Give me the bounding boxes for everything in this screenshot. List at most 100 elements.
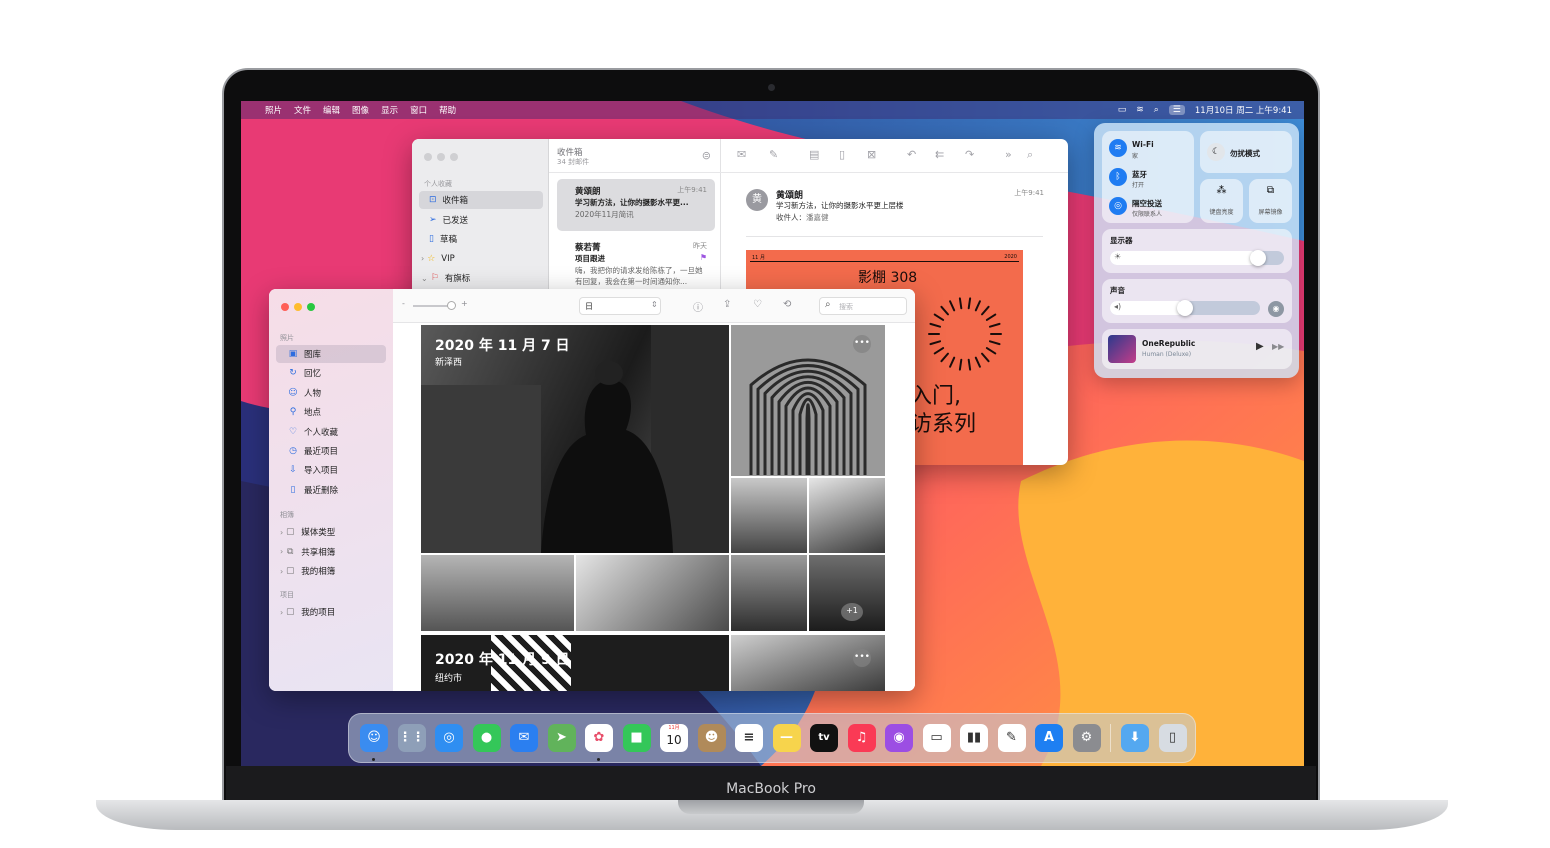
dock-app-store-icon[interactable]: A: [1035, 724, 1063, 752]
photos-sidebar-item[interactable]: › ▢ 我的项目: [276, 603, 386, 621]
reply-all-icon[interactable]: ⇇: [935, 148, 944, 161]
menu-item[interactable]: 图像: [352, 104, 369, 116]
photos-sidebar-item[interactable]: ▣ 图库: [276, 345, 386, 363]
chevron-right-icon[interactable]: ›: [280, 547, 283, 556]
dock-contacts-icon[interactable]: ☻: [697, 724, 726, 752]
dock-keynote-icon[interactable]: ▭: [922, 724, 951, 752]
mail-sidebar-item[interactable]: ➢ 已发送: [419, 211, 543, 229]
search-icon[interactable]: ⌕: [1027, 148, 1033, 162]
airplay-icon[interactable]: ◉: [1268, 301, 1284, 317]
zoom-button[interactable]: [307, 303, 315, 311]
dock-photos-icon[interactable]: ✿: [585, 724, 613, 752]
filter-icon[interactable]: ⊜: [702, 149, 711, 162]
dock-tv-icon[interactable]: tv: [810, 724, 838, 752]
photo-shadow[interactable]: 2020 年 11 月 9 日 纽约市: [421, 635, 729, 691]
more-icon[interactable]: •••: [853, 335, 871, 353]
photos-sidebar-item[interactable]: › ▢ 媒体类型: [276, 523, 386, 541]
mail-sidebar-item[interactable]: ⌄ ⚐ 有旗标: [419, 269, 543, 287]
volume-slider[interactable]: ◂): [1110, 300, 1260, 316]
photo-cyclist[interactable]: +1: [809, 555, 885, 631]
dock-messages-icon[interactable]: ●: [472, 724, 501, 752]
photos-sidebar-item[interactable]: ⇩ 导入项目: [276, 461, 386, 479]
disclosure-chevron-icon[interactable]: ›: [421, 254, 424, 263]
info-icon[interactable]: ⓘ: [693, 299, 703, 314]
dock-numbers-icon[interactable]: ▮▮: [960, 724, 988, 752]
dock-notes-icon[interactable]: —: [772, 724, 801, 752]
dock-music-icon[interactable]: ♫: [847, 724, 876, 752]
forward-icon[interactable]: ↷: [965, 148, 974, 161]
photo-skater[interactable]: [421, 555, 574, 631]
menu-item[interactable]: 显示: [381, 104, 398, 116]
wifi-toggle-icon[interactable]: ≋: [1109, 139, 1127, 157]
menu-item[interactable]: 文件: [294, 104, 311, 116]
wifi-icon[interactable]: ≋: [1136, 105, 1144, 115]
share-icon[interactable]: ⇪: [723, 299, 731, 310]
keyboard-brightness-tile[interactable]: ⁂ 键盘亮度: [1200, 179, 1243, 223]
trash-icon[interactable]: ▯: [839, 148, 845, 161]
message-item[interactable]: 蔡若菁 昨天 项目跟进 嗨，我把你的请求发给陈栋了，一旦她有回复，我会在第一时间…: [557, 235, 715, 291]
menu-item[interactable]: 窗口: [410, 104, 427, 116]
photos-sidebar-item[interactable]: ▯ 最近删除: [276, 481, 386, 499]
more-toolbar-icon[interactable]: »: [1005, 148, 1012, 161]
spotlight-icon[interactable]: ⌕: [1154, 105, 1159, 115]
dock-trash-icon[interactable]: ▯: [1158, 724, 1187, 752]
compose-icon[interactable]: ✎: [769, 148, 778, 161]
rotate-icon[interactable]: ⟲: [783, 299, 791, 310]
zoom-in-button[interactable]: +: [461, 299, 468, 308]
get-mail-icon[interactable]: ✉: [737, 148, 746, 161]
dock-mail-icon[interactable]: ✉: [510, 724, 538, 752]
archive-icon[interactable]: ▤: [809, 148, 819, 161]
chevron-right-icon[interactable]: ›: [280, 567, 283, 576]
mail-sidebar-item[interactable]: ▯ 草稿: [419, 230, 543, 248]
photos-sidebar-item[interactable]: ⚲ 地点: [276, 403, 386, 421]
dock-finder-icon[interactable]: ☺: [360, 724, 388, 752]
close-button[interactable]: [424, 153, 432, 161]
junk-icon[interactable]: ⊠: [867, 148, 876, 161]
dock-downloads-icon[interactable]: ⬇: [1121, 724, 1149, 752]
photo-silhouette[interactable]: [809, 478, 885, 553]
dock-facetime-icon[interactable]: ■: [622, 724, 651, 752]
dock-safari-icon[interactable]: ◎: [435, 724, 463, 752]
photo-hero[interactable]: 2020 年 11 月 7 日 新泽西: [421, 325, 729, 553]
disclosure-chevron-icon[interactable]: ⌄: [421, 274, 428, 283]
photo-wall[interactable]: •••: [731, 635, 885, 691]
dock-podcasts-icon[interactable]: ◉: [885, 724, 913, 752]
photos-sidebar-item[interactable]: ↻ 回忆: [276, 364, 386, 382]
heart-icon[interactable]: ♡: [753, 299, 762, 310]
search-field[interactable]: [819, 297, 907, 315]
photos-sidebar-item[interactable]: › ⧉ 共享相簿: [276, 543, 386, 561]
control-center-icon[interactable]: ☰: [1168, 105, 1185, 115]
zoom-button[interactable]: [450, 153, 458, 161]
play-icon[interactable]: ▶: [1256, 341, 1264, 352]
menu-item[interactable]: 帮助: [439, 104, 456, 116]
zoom-slider-knob[interactable]: [447, 301, 456, 310]
reply-icon[interactable]: ↶: [907, 148, 916, 161]
mail-sidebar-item[interactable]: › ☆ VIP: [419, 250, 543, 268]
menu-clock[interactable]: 11月10日 周二 上午9:41: [1195, 104, 1292, 116]
display-brightness-slider[interactable]: ☀: [1110, 250, 1284, 266]
dnd-tile[interactable]: ☾ 勿扰模式: [1200, 131, 1292, 173]
more-icon[interactable]: •••: [853, 649, 871, 667]
close-button[interactable]: [281, 303, 289, 311]
menu-item[interactable]: 照片: [265, 104, 282, 116]
minimize-button[interactable]: [294, 303, 302, 311]
photos-sidebar-item[interactable]: ♡ 个人收藏: [276, 423, 386, 441]
dock-launchpad-icon[interactable]: ⋮⋮: [397, 724, 426, 752]
zoom-slider-track[interactable]: [413, 305, 451, 307]
zoom-out-button[interactable]: -: [402, 299, 405, 308]
message-item[interactable]: 黄頌朗 上午9:41 学习新方法，让你的摄影水平更... 2020年11月简讯: [557, 179, 715, 231]
album-art[interactable]: [1108, 335, 1136, 363]
mail-sidebar-item[interactable]: ⊡ 收件箱: [419, 191, 543, 209]
more-count-badge[interactable]: +1: [841, 603, 863, 621]
screen-mirroring-tile[interactable]: ⧉ 屏幕镜像: [1249, 179, 1292, 223]
photos-sidebar-item[interactable]: ◷ 最近项目: [276, 442, 386, 460]
dock-maps-icon[interactable]: ➤: [547, 724, 576, 752]
volume-slider-knob[interactable]: [1177, 300, 1193, 316]
photo-building[interactable]: [576, 555, 729, 631]
minimize-button[interactable]: [437, 153, 445, 161]
bluetooth-toggle-icon[interactable]: ᛒ: [1109, 168, 1127, 186]
display-slider-knob[interactable]: [1249, 250, 1266, 266]
chevron-right-icon[interactable]: ›: [280, 608, 283, 617]
dock-reminders-icon[interactable]: ≡: [735, 724, 763, 752]
battery-icon[interactable]: ▭: [1118, 105, 1127, 115]
